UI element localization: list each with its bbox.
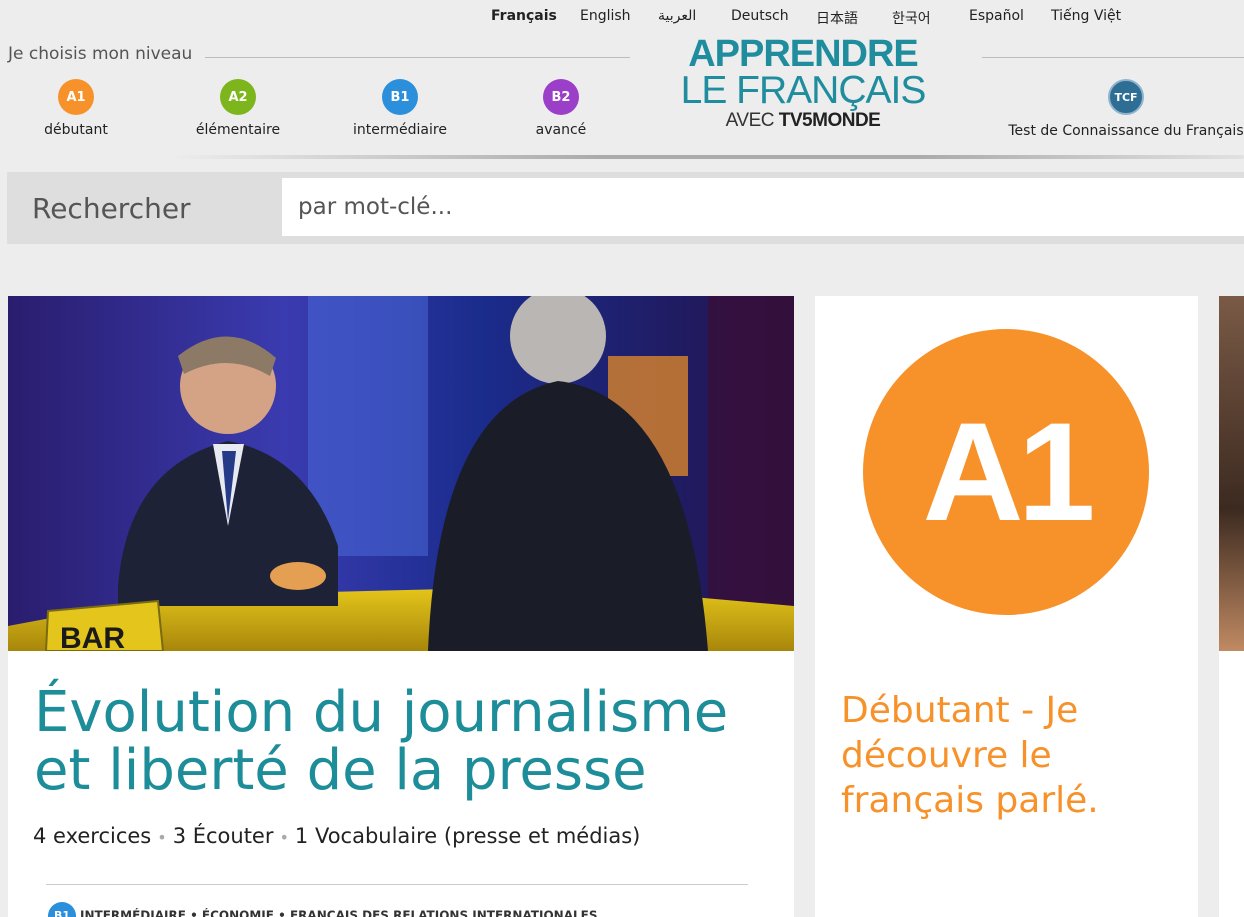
search-label: Rechercher: [32, 192, 191, 225]
card-tags: B1 INTERMÉDIAIRE • ÉCONOMIE • FRANÇAIS DE…: [48, 902, 597, 917]
logo-line-3: AVEC TV5MONDE: [725, 110, 881, 131]
level-b1-icon: B1: [382, 79, 418, 115]
level-a2-label: élémentaire: [195, 122, 281, 138]
level-b2-link[interactable]: B2 avancé: [491, 79, 631, 138]
search-input[interactable]: [282, 178, 1244, 236]
level-card-a1[interactable]: A1 Débutant - Je découvre le français pa…: [815, 296, 1198, 917]
card-tags-text: INTERMÉDIAIRE • ÉCONOMIE • FRANÇAIS DES …: [80, 908, 598, 917]
level-b1-label: intermédiaire: [353, 122, 447, 138]
lang-espanol[interactable]: Español: [969, 8, 1024, 24]
lang-vietnamese[interactable]: Tiếng Việt: [1051, 8, 1121, 24]
logo-line-2: LE FRANÇAIS: [680, 69, 927, 112]
level-a2-link[interactable]: A2 élémentaire: [168, 79, 308, 138]
meta-separator: •: [157, 828, 167, 847]
level-picker-title: Je choisis mon niveau: [8, 44, 193, 64]
language-bar: Français English العربية Deutsch 日本語 한국어…: [0, 8, 1244, 30]
tv-studio-interview-photo: BAR: [8, 296, 794, 651]
level-b2-label: avancé: [535, 122, 587, 138]
tcf-icon: TCF: [1108, 79, 1144, 115]
lang-japanese[interactable]: 日本語: [816, 8, 858, 28]
level-card-text[interactable]: Débutant - Je découvre le français parlé…: [841, 688, 1181, 823]
tcf-link[interactable]: TCF Test de Connaissance du Français: [996, 79, 1244, 139]
meta-separator: •: [279, 828, 289, 847]
header-shadow: [170, 155, 1244, 159]
lesson-card[interactable]: BAR Évolution du journalisme et liberté …: [8, 296, 794, 917]
meta-exercises: 4 exercices: [33, 824, 152, 848]
meta-vocabulary: 1 Vocabulaire (presse et médias): [294, 824, 641, 848]
card-title[interactable]: Évolution du journalisme et liberté de l…: [34, 684, 774, 800]
divider: [205, 57, 630, 58]
lang-korean[interactable]: 한국어: [892, 8, 931, 28]
card-meta: 4 exercices • 3 Écouter • 1 Vocabulaire (pre…: [33, 824, 640, 848]
level-b1-badge: B1: [48, 902, 76, 917]
lang-arabic[interactable]: العربية: [658, 8, 696, 24]
divider: [982, 57, 1244, 58]
lesson-card-partial[interactable]: [1219, 296, 1244, 917]
card-photo: [1219, 296, 1244, 651]
lang-deutsch[interactable]: Deutsch: [731, 8, 789, 24]
tcf-label: Test de Connaissance du Français: [1008, 123, 1244, 139]
meta-listen: 3 Écouter: [172, 824, 274, 848]
level-a2-icon: A2: [220, 79, 256, 115]
level-b2-icon: B2: [543, 79, 579, 115]
level-a1-label: débutant: [44, 122, 108, 138]
level-a1-icon: A1: [58, 79, 94, 115]
divider: [46, 884, 748, 885]
level-a1-link[interactable]: A1 débutant: [6, 79, 146, 138]
svg-text:BAR: BAR: [60, 622, 125, 651]
logo-line-1: APPRENDRE: [688, 33, 919, 75]
level-b1-link[interactable]: B1 intermédiaire: [330, 79, 470, 138]
site-logo[interactable]: APPRENDRE LE FRANÇAIS AVEC TV5MONDE: [664, 33, 942, 132]
lang-francais[interactable]: Français: [491, 8, 557, 24]
lang-english[interactable]: English: [580, 8, 631, 24]
search-bar: Rechercher: [7, 172, 1244, 244]
a1-badge-icon: A1: [863, 329, 1149, 615]
